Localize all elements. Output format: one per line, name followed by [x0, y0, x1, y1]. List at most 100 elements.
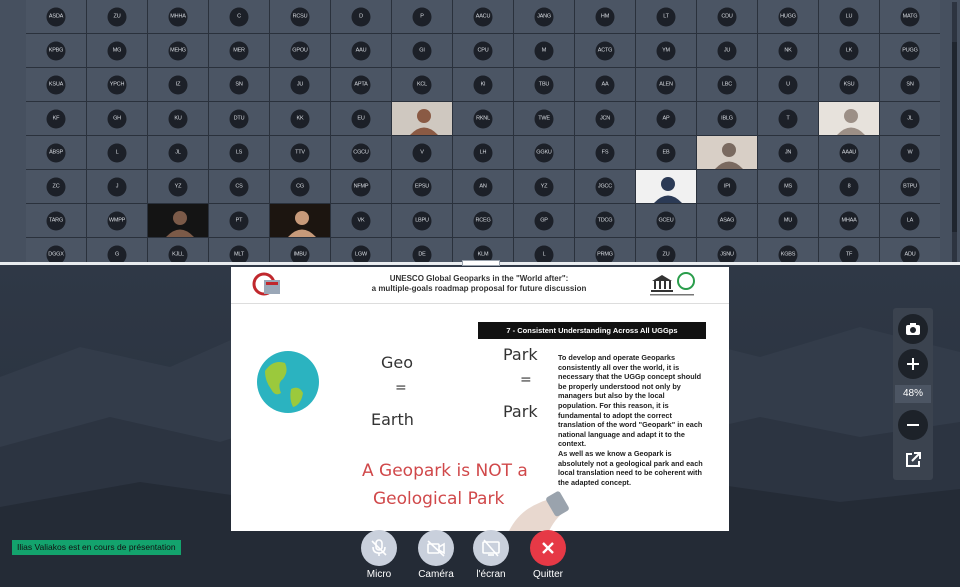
- participant-tile[interactable]: ALEN: [636, 68, 696, 101]
- participant-tile[interactable]: KPBG: [26, 34, 86, 67]
- participant-tile[interactable]: [270, 204, 330, 237]
- zoom-in-button[interactable]: [898, 349, 928, 379]
- participant-tile[interactable]: AN: [453, 170, 513, 203]
- camera-control[interactable]: Caméra: [411, 530, 461, 580]
- participant-tile[interactable]: JGCC: [575, 170, 635, 203]
- participant-tile[interactable]: AACU: [453, 0, 513, 33]
- participant-tile[interactable]: YM: [636, 34, 696, 67]
- participant-tile[interactable]: LU: [819, 0, 879, 33]
- participant-tile[interactable]: [392, 102, 452, 135]
- participant-tile[interactable]: CDU: [697, 0, 757, 33]
- participant-tile[interactable]: [819, 102, 879, 135]
- participant-tile[interactable]: DTU: [209, 102, 269, 135]
- participant-tile[interactable]: JL: [148, 136, 208, 169]
- participant-tile[interactable]: PT: [209, 204, 269, 237]
- participant-tile[interactable]: ZU: [87, 0, 147, 33]
- participant-tile[interactable]: TBU: [514, 68, 574, 101]
- participant-tile[interactable]: ÁBSP: [26, 136, 86, 169]
- participant-tile[interactable]: D: [331, 0, 391, 33]
- participant-tile[interactable]: NK: [758, 34, 818, 67]
- participant-tile[interactable]: LBC: [697, 68, 757, 101]
- participant-tile[interactable]: IMBU: [270, 238, 330, 264]
- participant-tile[interactable]: GH: [87, 102, 147, 135]
- participant-tile[interactable]: LA: [880, 204, 940, 237]
- participant-tile[interactable]: ZC: [26, 170, 86, 203]
- participant-tile[interactable]: MG: [87, 34, 147, 67]
- participant-tile[interactable]: JSNU: [697, 238, 757, 264]
- participant-tile[interactable]: PRMG: [575, 238, 635, 264]
- participant-tile[interactable]: GCEU: [636, 204, 696, 237]
- participant-tile[interactable]: [636, 170, 696, 203]
- participant-tile[interactable]: LS: [209, 136, 269, 169]
- participant-tile[interactable]: M: [514, 34, 574, 67]
- participant-tile[interactable]: LH: [453, 136, 513, 169]
- participant-tile[interactable]: IBLG: [697, 102, 757, 135]
- camera-button[interactable]: [418, 530, 454, 566]
- participant-tile[interactable]: ASAG: [697, 204, 757, 237]
- participant-tile[interactable]: EPSU: [392, 170, 452, 203]
- popout-button[interactable]: [903, 450, 923, 470]
- participant-tile[interactable]: MU: [758, 204, 818, 237]
- participant-tile[interactable]: APTA: [331, 68, 391, 101]
- participant-tile[interactable]: JU: [697, 34, 757, 67]
- participant-tile[interactable]: ASDA: [26, 0, 86, 33]
- participant-tile[interactable]: DE: [392, 238, 452, 264]
- participant-tile[interactable]: TDCG: [575, 204, 635, 237]
- participant-tile[interactable]: ADU: [880, 238, 940, 264]
- participant-tile[interactable]: SN: [880, 68, 940, 101]
- participant-tile[interactable]: RCSU: [270, 0, 330, 33]
- participant-tile[interactable]: LT: [636, 0, 696, 33]
- participant-tile[interactable]: CPU: [453, 34, 513, 67]
- participant-tile[interactable]: KJLL: [148, 238, 208, 264]
- participant-tile[interactable]: T: [758, 102, 818, 135]
- participant-tile[interactable]: MHHA: [148, 0, 208, 33]
- participant-tile[interactable]: KSU: [819, 68, 879, 101]
- participant-tile[interactable]: IZ: [148, 68, 208, 101]
- participant-tile[interactable]: KSUA: [26, 68, 86, 101]
- participant-tile[interactable]: TF: [819, 238, 879, 264]
- participant-tile[interactable]: AAAU: [819, 136, 879, 169]
- pane-divider[interactable]: [0, 260, 960, 266]
- participant-tile[interactable]: JCN: [575, 102, 635, 135]
- participant-tile[interactable]: CS: [209, 170, 269, 203]
- participant-tile[interactable]: JU: [270, 68, 330, 101]
- participant-tile[interactable]: YZ: [148, 170, 208, 203]
- participant-tile[interactable]: AA: [575, 68, 635, 101]
- participant-tile[interactable]: EB: [636, 136, 696, 169]
- quit-button[interactable]: [530, 530, 566, 566]
- participant-tile[interactable]: BTPU: [880, 170, 940, 203]
- participant-tile[interactable]: [148, 204, 208, 237]
- participant-tile[interactable]: YPCH: [87, 68, 147, 101]
- participant-tile[interactable]: JN: [758, 136, 818, 169]
- participant-tile[interactable]: [697, 136, 757, 169]
- participant-tile[interactable]: JL: [880, 102, 940, 135]
- participant-tile[interactable]: DGGX: [26, 238, 86, 264]
- screen-share-button[interactable]: [473, 530, 509, 566]
- participant-tile[interactable]: YZ: [514, 170, 574, 203]
- participant-tile[interactable]: KF: [26, 102, 86, 135]
- micro-control[interactable]: Micro: [354, 530, 404, 580]
- participant-tile[interactable]: KK: [270, 102, 330, 135]
- participant-tile[interactable]: FS: [575, 136, 635, 169]
- participant-tile[interactable]: TWE: [514, 102, 574, 135]
- participant-tile[interactable]: 8: [819, 170, 879, 203]
- participant-tile[interactable]: TTV: [270, 136, 330, 169]
- participant-tile[interactable]: LBPU: [392, 204, 452, 237]
- participant-tile[interactable]: RCEG: [453, 204, 513, 237]
- participant-tile[interactable]: GPOU: [270, 34, 330, 67]
- screenshot-button[interactable]: [898, 314, 928, 344]
- participant-tile[interactable]: GP: [514, 204, 574, 237]
- participant-tile[interactable]: KI: [453, 68, 513, 101]
- participant-tile[interactable]: NFMP: [331, 170, 391, 203]
- participant-tile[interactable]: LK: [819, 34, 879, 67]
- participant-tile[interactable]: L: [514, 238, 574, 264]
- participant-tile[interactable]: KCL: [392, 68, 452, 101]
- participant-tile[interactable]: G: [87, 238, 147, 264]
- microphone-button[interactable]: [361, 530, 397, 566]
- participant-tile[interactable]: HUGG: [758, 0, 818, 33]
- participant-tile[interactable]: VK: [331, 204, 391, 237]
- participant-tile[interactable]: MS: [758, 170, 818, 203]
- participant-tile[interactable]: C: [209, 0, 269, 33]
- participant-tile[interactable]: JANG: [514, 0, 574, 33]
- participant-tile[interactable]: MLT: [209, 238, 269, 264]
